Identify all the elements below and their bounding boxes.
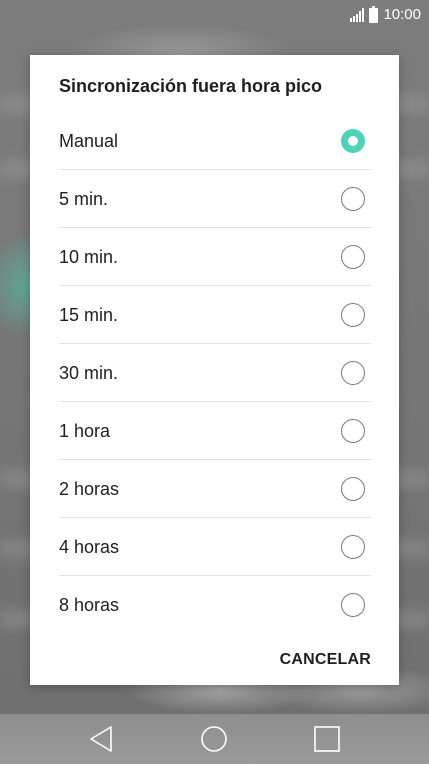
back-button[interactable] <box>71 714 131 764</box>
cancel-button[interactable]: CANCELAR <box>280 651 371 669</box>
option-2-hours[interactable]: 2 horas <box>59 460 371 518</box>
radio-unchecked-icon[interactable] <box>341 535 365 559</box>
radio-unchecked-icon[interactable] <box>341 303 365 327</box>
radio-unchecked-icon[interactable] <box>341 419 365 443</box>
option-10-min[interactable]: 10 min. <box>59 228 371 286</box>
option-label: 10 min. <box>59 247 119 267</box>
sync-interval-dialog: Sincronización fuera hora pico Manual 5 … <box>30 55 399 685</box>
dialog-title: Sincronización fuera hora pico <box>59 76 323 96</box>
option-30-min[interactable]: 30 min. <box>59 344 371 402</box>
back-icon <box>90 726 112 752</box>
option-8-hours[interactable]: 8 horas <box>59 576 371 634</box>
radio-unchecked-icon[interactable] <box>341 187 365 211</box>
option-1-hour[interactable]: 1 hora <box>59 402 371 460</box>
recent-apps-icon <box>314 726 340 752</box>
option-label: 15 min. <box>59 305 119 325</box>
recent-apps-button[interactable] <box>297 714 357 764</box>
radio-unchecked-icon[interactable] <box>341 245 365 269</box>
option-label: Manual <box>59 131 119 151</box>
navigation-bar <box>0 714 429 764</box>
status-bar: 10:00 <box>0 0 429 30</box>
option-label: 4 horas <box>59 537 120 557</box>
radio-unchecked-icon[interactable] <box>341 593 365 617</box>
option-15-min[interactable]: 15 min. <box>59 286 371 344</box>
home-button[interactable] <box>184 714 244 764</box>
status-time: 10:00 <box>383 6 421 23</box>
home-icon <box>201 726 227 752</box>
option-label: 2 horas <box>59 479 120 499</box>
status-icons: 10:00 <box>350 5 421 24</box>
option-label: 30 min. <box>59 363 119 383</box>
signal-icon <box>350 8 365 22</box>
option-label: 8 horas <box>59 595 120 615</box>
sync-options-list: Manual 5 min. 10 min. 15 min. 30 min. 1 … <box>59 112 371 634</box>
option-label: 1 hora <box>59 421 111 441</box>
option-4-hours[interactable]: 4 horas <box>59 518 371 576</box>
option-manual[interactable]: Manual <box>59 112 371 170</box>
radio-checked-icon[interactable] <box>341 129 365 153</box>
radio-unchecked-icon[interactable] <box>341 361 365 385</box>
option-label: 5 min. <box>59 189 109 209</box>
battery-icon <box>369 5 379 23</box>
option-5-min[interactable]: 5 min. <box>59 170 371 228</box>
radio-unchecked-icon[interactable] <box>341 477 365 501</box>
